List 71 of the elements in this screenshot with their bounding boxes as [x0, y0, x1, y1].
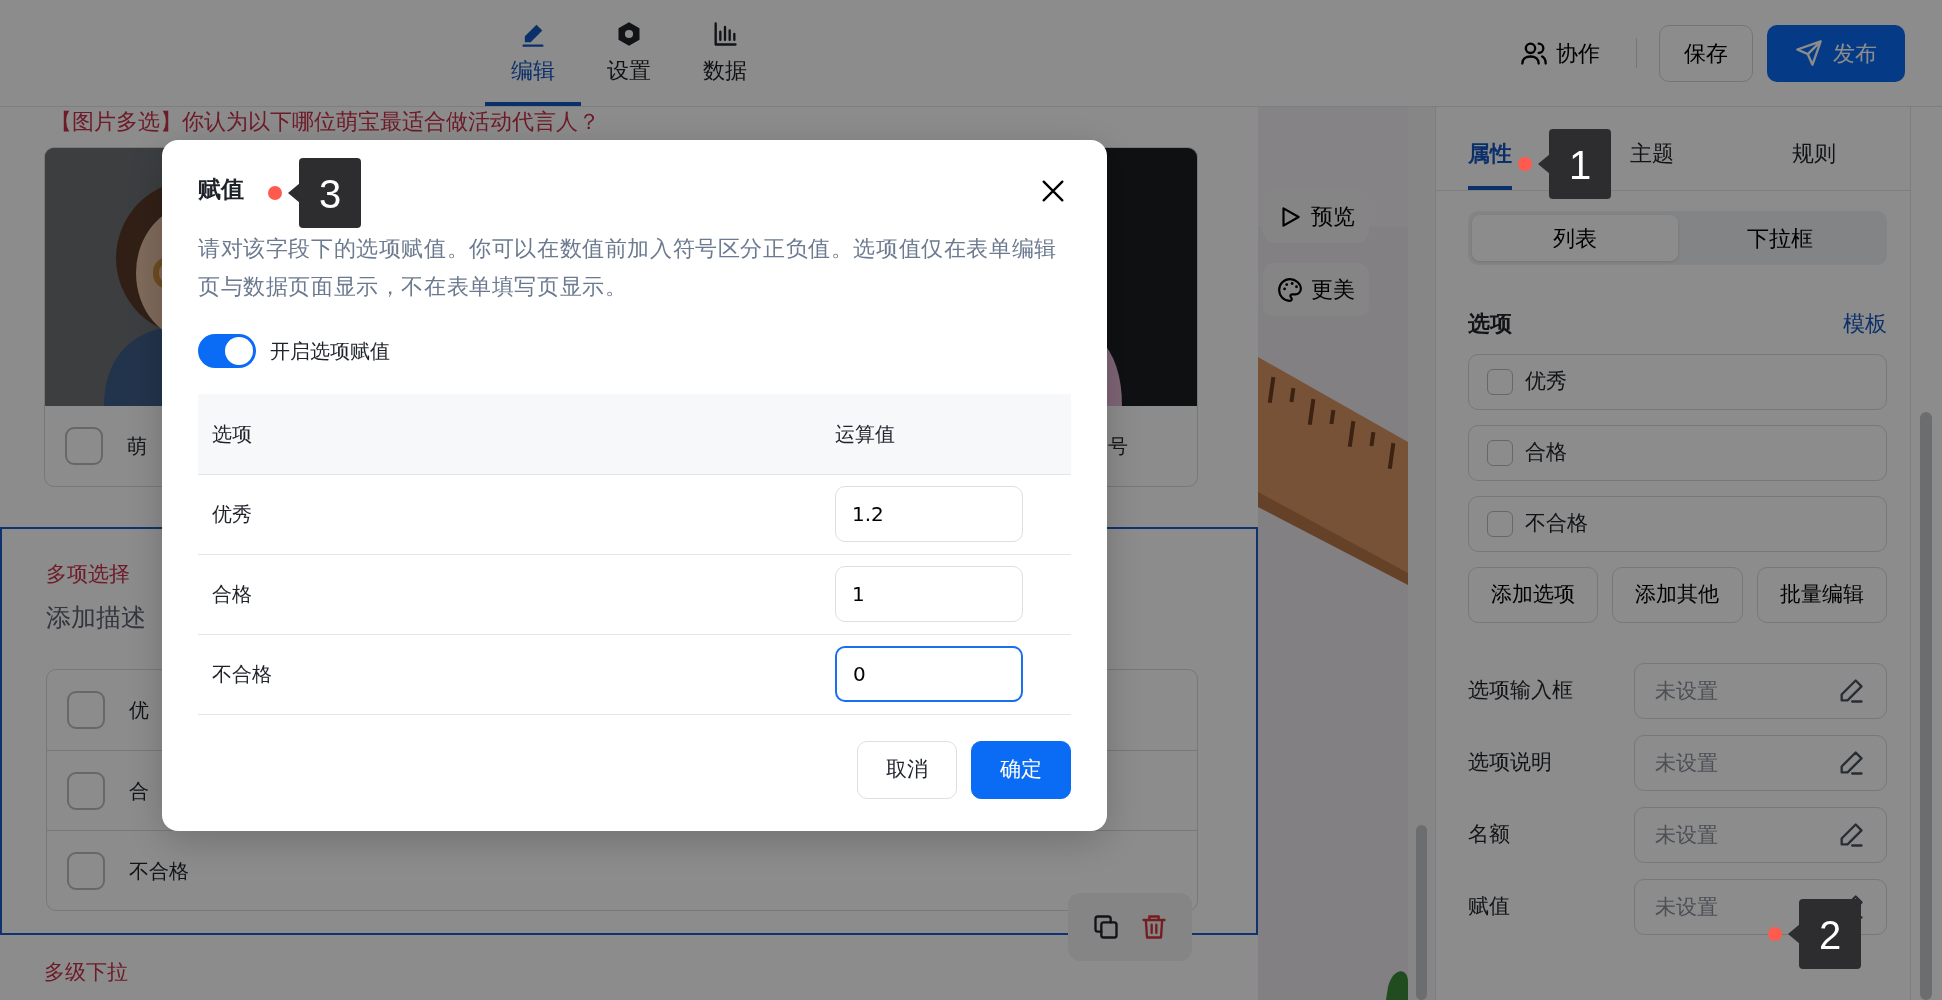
checkbox[interactable]: [67, 771, 105, 810]
value-input[interactable]: 1: [835, 566, 1023, 622]
section-heading: 选项: [1468, 310, 1512, 338]
question-title: 【图片多选】你认为以下哪位萌宝最适合做活动代言人？: [49, 108, 601, 136]
scrollbar-thumb[interactable]: [1920, 412, 1932, 1000]
option-label: 合: [129, 777, 149, 805]
option-label: 不合格: [1525, 510, 1588, 538]
question-type-label: 多级下拉: [44, 960, 128, 984]
tab[interactable]: 主题: [1630, 137, 1674, 190]
toggle-switch[interactable]: [198, 334, 256, 368]
property-field[interactable]: 未设置: [1634, 735, 1887, 791]
table-cell: 不合格: [198, 634, 835, 714]
dialog-description: 请对该字段下的选项赋值。你可以在数值前加入符号区分正负值。选项值仅在表单编辑页与数据页面显示，不在表单填写页显示。: [198, 235, 1058, 301]
option-label: 优: [129, 697, 149, 724]
option-row[interactable]: 不合格: [1468, 496, 1887, 552]
checkbox[interactable]: [67, 851, 105, 890]
copy-icon[interactable]: [1092, 913, 1120, 941]
confirm-button[interactable]: 确定: [971, 740, 1071, 799]
checkbox[interactable]: [1487, 440, 1513, 466]
option-label: 萌: [127, 433, 147, 460]
step-tooltip: 2: [1788, 899, 1862, 969]
value-input[interactable]: 0: [835, 646, 1023, 702]
marker-dot: [1518, 157, 1532, 171]
checkbox[interactable]: [1487, 511, 1513, 537]
value-input[interactable]: 1.2: [835, 486, 1023, 542]
property-field[interactable]: 未设置: [1634, 663, 1887, 719]
beautify-button[interactable]: 更美: [1263, 263, 1369, 316]
option-label: 不合格: [129, 857, 189, 885]
table-cell: 合格: [198, 554, 835, 634]
send-icon: [1795, 39, 1823, 67]
option-row[interactable]: 合格: [1468, 425, 1887, 481]
checkbox[interactable]: [67, 691, 105, 729]
cancel-button[interactable]: 取消: [857, 740, 957, 799]
save-button[interactable]: 保存: [1659, 24, 1753, 82]
tab[interactable]: 数据: [677, 0, 773, 106]
marker-dot: [1768, 927, 1782, 941]
question-type-label: 多项选择: [46, 562, 130, 586]
description-text: 添加描述: [46, 603, 146, 632]
toggle-label: 开启选项赋值: [270, 338, 390, 365]
step-tooltip: 1: [1538, 129, 1612, 199]
action-button[interactable]: 批量编辑: [1756, 567, 1887, 623]
checkbox[interactable]: [1487, 369, 1513, 395]
scrollbar-thumb[interactable]: [1416, 825, 1427, 1000]
collaborate-button[interactable]: 协作: [1506, 28, 1614, 78]
option-label: 合格: [1525, 439, 1567, 467]
action-button[interactable]: 添加其他: [1612, 567, 1743, 623]
step-tooltip: 3: [288, 158, 362, 229]
segment-button[interactable]: 下拉框: [1677, 215, 1883, 261]
checkbox[interactable]: [65, 427, 103, 465]
property-field[interactable]: 未设置: [1634, 807, 1887, 863]
column-header: 运算值: [835, 394, 1071, 474]
palette-icon: [1277, 276, 1303, 303]
trash-icon[interactable]: [1140, 913, 1168, 941]
field-label: 名额: [1468, 821, 1511, 849]
tab[interactable]: 规则: [1792, 137, 1836, 190]
segment-button[interactable]: 列表: [1472, 215, 1678, 261]
field-label: 赋值: [1468, 893, 1511, 921]
field-label: 选项输入框: [1468, 677, 1574, 705]
option-label: 号: [1108, 433, 1128, 460]
publish-button[interactable]: 发布: [1767, 24, 1905, 82]
dialog-title: 赋值: [198, 176, 244, 204]
tab[interactable]: 属性: [1468, 137, 1512, 190]
field-label: 选项说明: [1468, 749, 1553, 777]
option-label: 优秀: [1525, 368, 1567, 396]
option-row[interactable]: 优秀: [1468, 354, 1887, 410]
template-link[interactable]: 模板: [1843, 307, 1887, 340]
column-header: 选项: [198, 394, 835, 474]
tab[interactable]: 设置: [581, 0, 677, 106]
action-button[interactable]: 添加选项: [1468, 567, 1599, 623]
marker-dot: [268, 186, 282, 201]
table-cell: 优秀: [198, 474, 835, 554]
